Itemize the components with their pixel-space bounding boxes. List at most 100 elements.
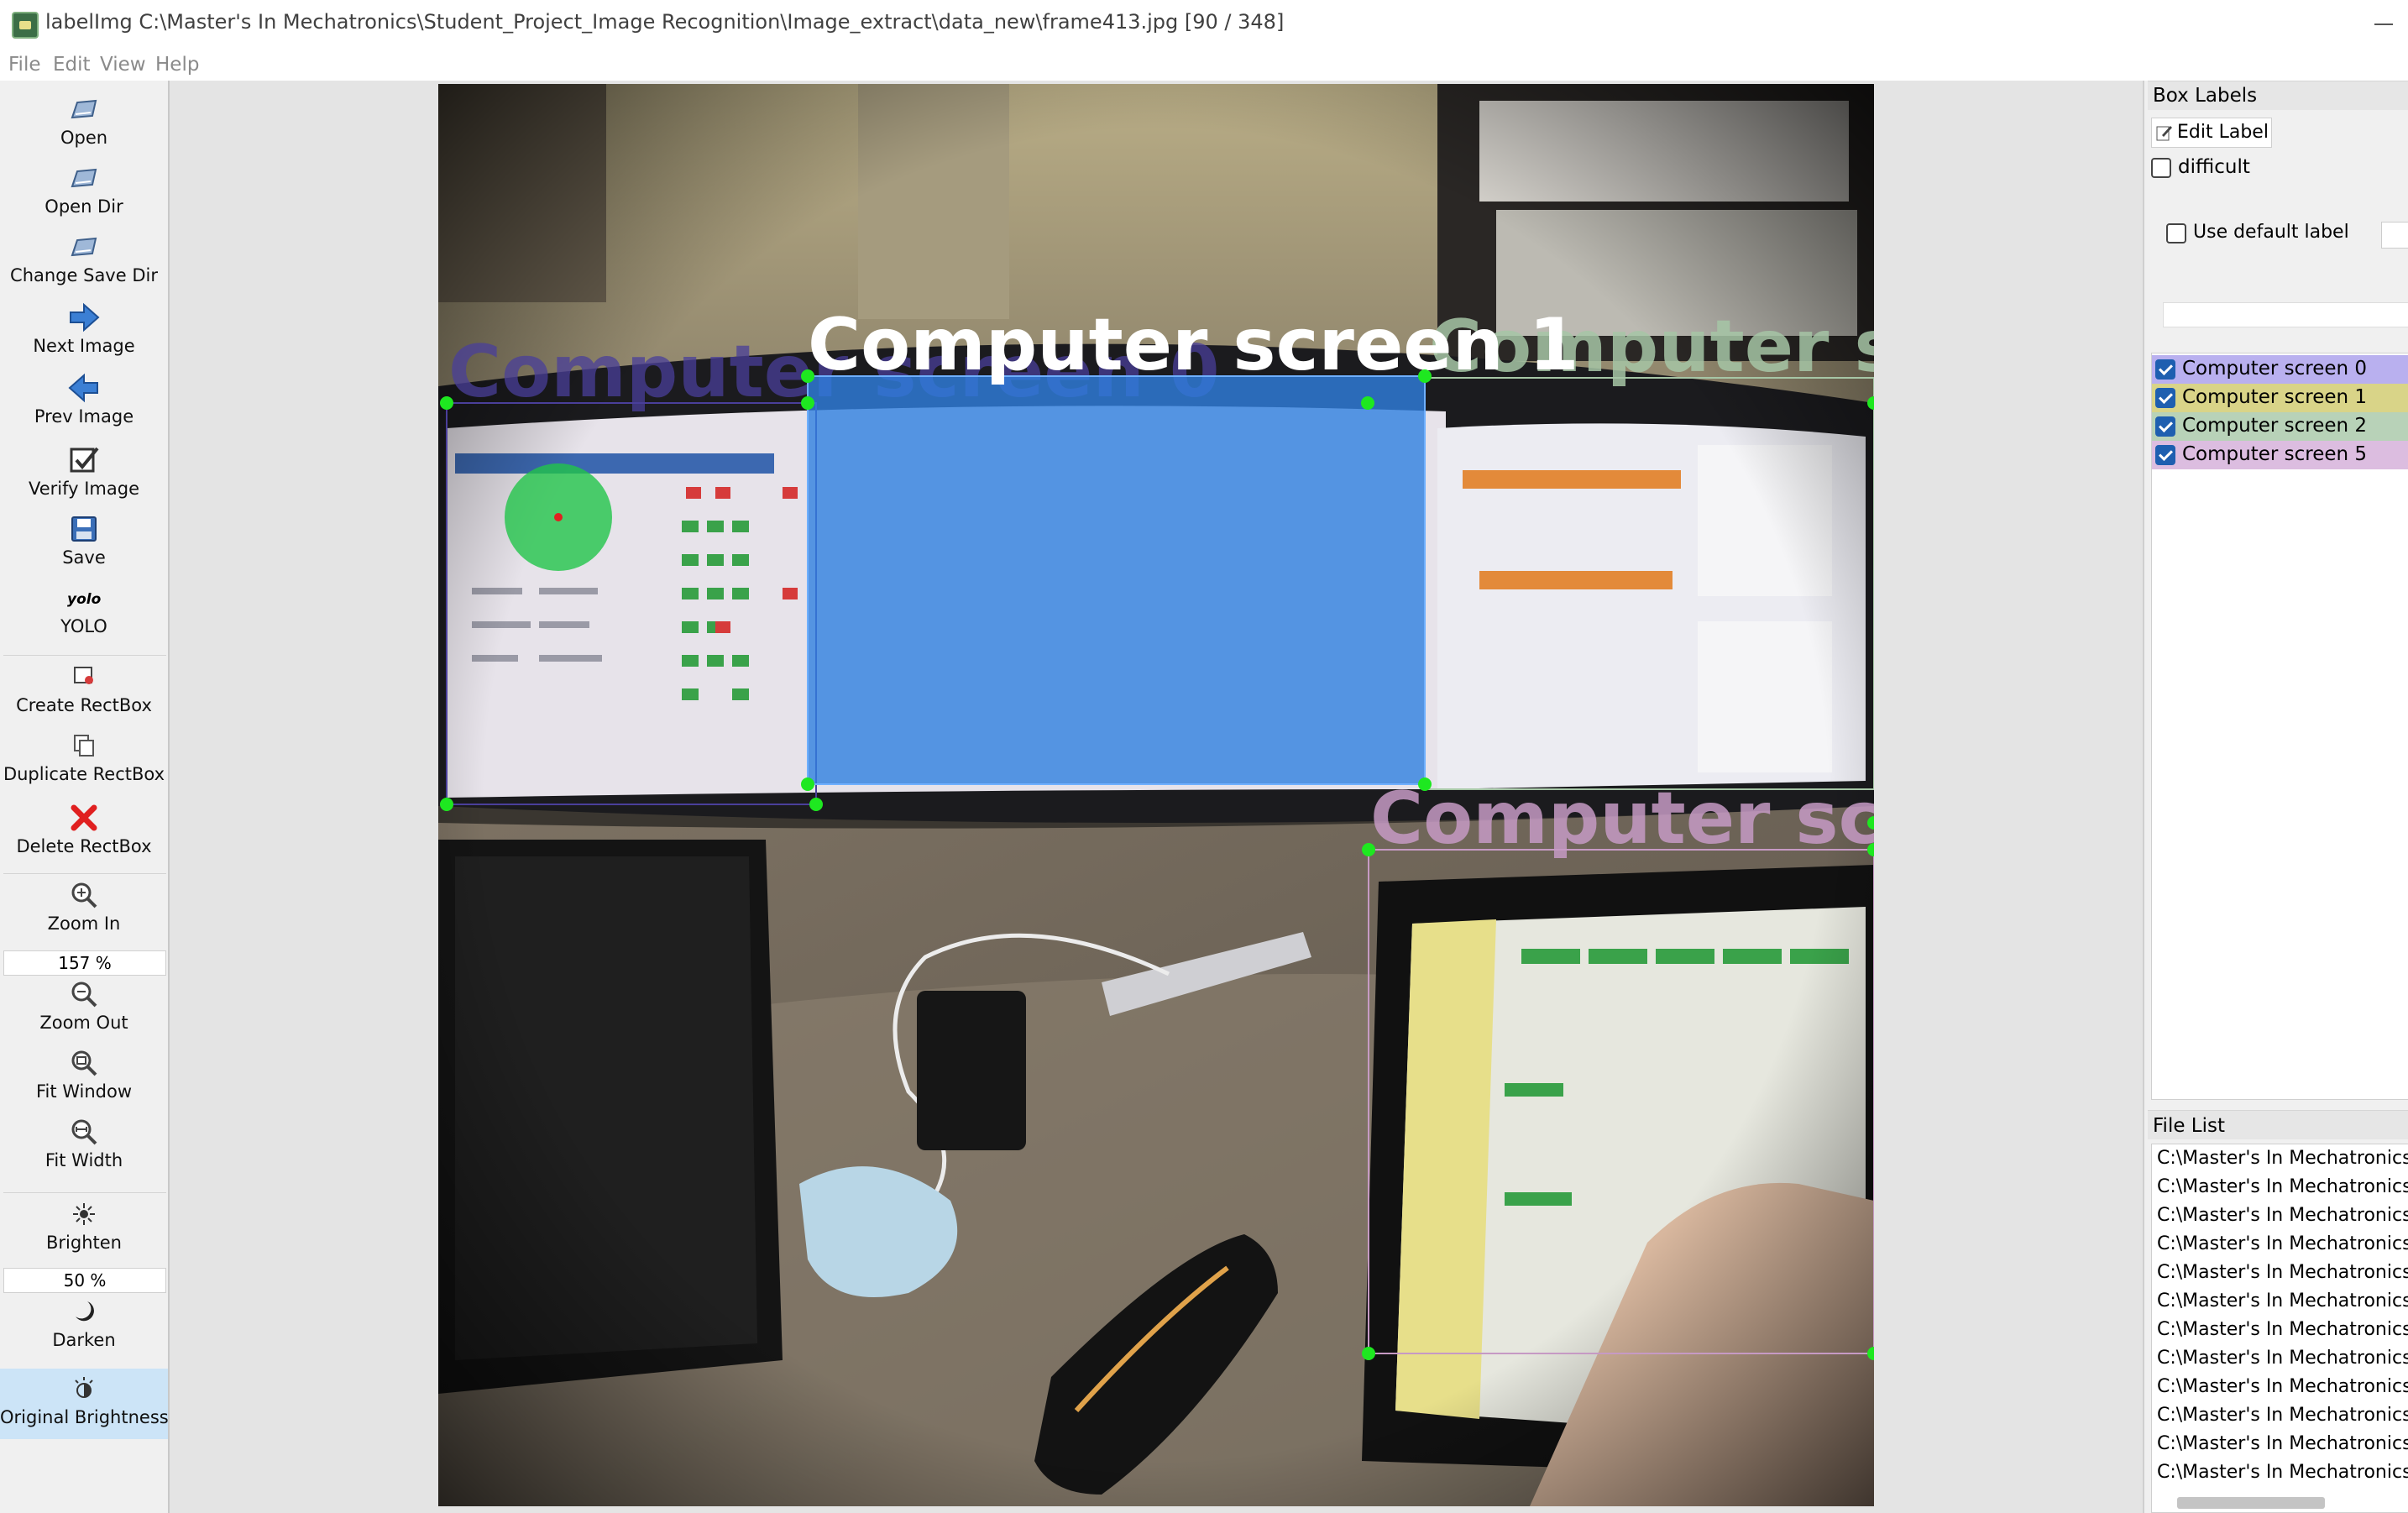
zoom-value-field[interactable]: 157 % (3, 950, 166, 976)
label-list-item[interactable]: Computer screen 5 (2152, 441, 2408, 469)
menu-help[interactable]: Help (155, 54, 199, 76)
menu-view[interactable]: View (100, 54, 146, 76)
verify-image-button[interactable]: Verify Image (0, 443, 168, 499)
zoom-width-icon (71, 1119, 97, 1145)
file-list-item[interactable]: C:\Master's In Mechatronics\ (2157, 1176, 2408, 1197)
file-list-item[interactable]: C:\Master's In Mechatronics\ (2157, 1405, 2408, 1426)
checkbox-check-icon (70, 447, 99, 473)
right-panel: Box Labels Edit Label difficult Use defa… (2143, 81, 2408, 1513)
label-list[interactable]: Computer screen 0 Computer screen 1 Comp… (2151, 353, 2408, 1100)
fit-width-label: Fit Width (44, 1150, 123, 1170)
toolbar: Open Open Dir Change Save Dir Next Image… (0, 81, 170, 1513)
create-rect-icon (74, 667, 93, 684)
zoom-out-button[interactable]: Zoom Out (0, 977, 168, 1033)
image-canvas[interactable]: Computer screen 0 Computer screen 2 Comp… (170, 81, 2143, 1513)
prev-image-button[interactable]: Prev Image (0, 371, 168, 427)
file-list-item[interactable]: C:\Master's In Mechatronics\ (2157, 1148, 2408, 1169)
use-default-label-text: Use default label (2193, 222, 2349, 243)
label-list-item[interactable]: Computer screen 1 (2152, 384, 2408, 412)
zoom-out-icon (71, 982, 97, 1008)
bbox-computer-screen-5[interactable] (1368, 849, 1874, 1354)
annotation-layer[interactable]: Computer screen 0 Computer screen 2 Comp… (438, 84, 1874, 1506)
open-dir-label: Open Dir (44, 196, 123, 217)
delete-x-icon (71, 804, 97, 831)
sun-icon (73, 1203, 95, 1225)
arrow-right-icon (70, 302, 100, 332)
zoom-out-label: Zoom Out (39, 1013, 128, 1033)
create-rectbox-button[interactable]: Create RectBox (0, 660, 168, 715)
file-list-item[interactable]: C:\Master's In Mechatronics\ (2157, 1319, 2408, 1340)
file-list[interactable]: C:\Master's In Mechatronics\ C:\Master's… (2151, 1144, 2408, 1513)
label-checkbox[interactable] (2155, 388, 2175, 408)
edit-label-button[interactable]: Edit Label (2151, 118, 2272, 148)
duplicate-rectbox-button[interactable]: Duplicate RectBox (0, 729, 168, 784)
file-list-item[interactable]: C:\Master's In Mechatronics\ (2157, 1348, 2408, 1369)
annotated-photo[interactable]: Computer screen 0 Computer screen 2 Comp… (438, 84, 1874, 1506)
next-image-label: Next Image (33, 336, 135, 356)
bbox-label-1: Computer screen 1 (808, 303, 1579, 387)
toolbar-divider (3, 1192, 166, 1193)
duplicate-rectbox-label: Duplicate RectBox (3, 764, 165, 784)
file-list-item[interactable]: C:\Master's In Mechatronics\ (2157, 1205, 2408, 1226)
label-list-item[interactable]: Computer screen 0 (2152, 355, 2408, 384)
file-list-item[interactable]: C:\Master's In Mechatronics\ (2157, 1376, 2408, 1397)
label-text: Computer screen 5 (2182, 443, 2368, 465)
edit-pencil-icon (2156, 126, 2172, 141)
difficult-checkbox[interactable] (2151, 158, 2171, 178)
format-label: YOLO (60, 616, 107, 636)
file-list-item[interactable]: C:\Master's In Mechatronics\ (2157, 1233, 2408, 1254)
zoom-fit-icon (71, 1050, 97, 1076)
brighten-button[interactable]: Brighten (0, 1197, 168, 1253)
zoom-in-icon (71, 882, 97, 908)
default-label-input[interactable] (2381, 222, 2408, 249)
use-default-label-checkbox[interactable] (2166, 223, 2186, 243)
bbox-computer-screen-2[interactable] (1424, 377, 1874, 790)
menu-file[interactable]: File (8, 54, 41, 76)
label-text: Computer screen 2 (2182, 415, 2368, 437)
fit-window-label: Fit Window (35, 1081, 133, 1102)
file-list-item[interactable]: C:\Master's In Mechatronics\ (2157, 1262, 2408, 1283)
bbox-computer-screen-0[interactable] (446, 402, 817, 805)
label-checkbox[interactable] (2155, 359, 2175, 380)
delete-rectbox-label: Delete RectBox (16, 836, 152, 856)
floppy-disk-icon (71, 516, 97, 542)
label-filter-input[interactable] (2163, 302, 2408, 327)
copy-icon (74, 735, 94, 756)
file-list-item[interactable]: C:\Master's In Mechatronics\ (2157, 1462, 2408, 1483)
delete-rectbox-button[interactable]: Delete RectBox (0, 801, 168, 856)
moon-icon (76, 1301, 94, 1322)
minimize-icon[interactable] (2374, 24, 2393, 25)
menu-edit[interactable]: Edit (53, 54, 91, 76)
folder-open-icon (71, 168, 97, 188)
next-image-button[interactable]: Next Image (0, 301, 168, 356)
folder-open-icon (71, 99, 97, 119)
fit-width-button[interactable]: Fit Width (0, 1115, 168, 1170)
horizontal-scrollbar[interactable] (2177, 1497, 2325, 1509)
darken-button[interactable]: Darken (0, 1295, 168, 1350)
menu-bar: File Edit View Help (0, 52, 2408, 81)
open-dir-button[interactable]: Open Dir (0, 161, 168, 217)
open-label: Open (60, 128, 108, 148)
zoom-in-button[interactable]: Zoom In (0, 878, 168, 934)
label-checkbox[interactable] (2155, 445, 2175, 465)
label-checkbox[interactable] (2155, 416, 2175, 437)
create-rectbox-label: Create RectBox (16, 695, 152, 715)
format-yolo-button[interactable]: yolo YOLO (0, 584, 168, 636)
bbox-label-5: Computer screen 5 (1370, 777, 1874, 861)
save-label: Save (62, 547, 106, 568)
fit-window-button[interactable]: Fit Window (0, 1046, 168, 1102)
original-brightness-button[interactable]: Original Brightness (0, 1369, 169, 1439)
difficult-label: difficult (2178, 156, 2250, 178)
edit-label-text: Edit Label (2177, 122, 2269, 143)
save-button[interactable]: Save (0, 512, 168, 568)
label-list-item[interactable]: Computer screen 2 (2152, 412, 2408, 441)
file-list-item[interactable]: C:\Master's In Mechatronics\ (2157, 1290, 2408, 1311)
title-bar: labelImg C:\Master's In Mechatronics\Stu… (0, 0, 2408, 52)
bbox-computer-screen-1[interactable] (807, 375, 1426, 785)
file-list-item[interactable]: C:\Master's In Mechatronics\ (2157, 1433, 2408, 1454)
open-button[interactable]: Open (0, 92, 168, 148)
label-text: Computer screen 0 (2182, 358, 2368, 380)
yolo-icon: yolo (67, 591, 102, 608)
change-save-dir-button[interactable]: Change Save Dir (0, 230, 168, 285)
brightness-value-field[interactable]: 50 % (3, 1268, 166, 1293)
